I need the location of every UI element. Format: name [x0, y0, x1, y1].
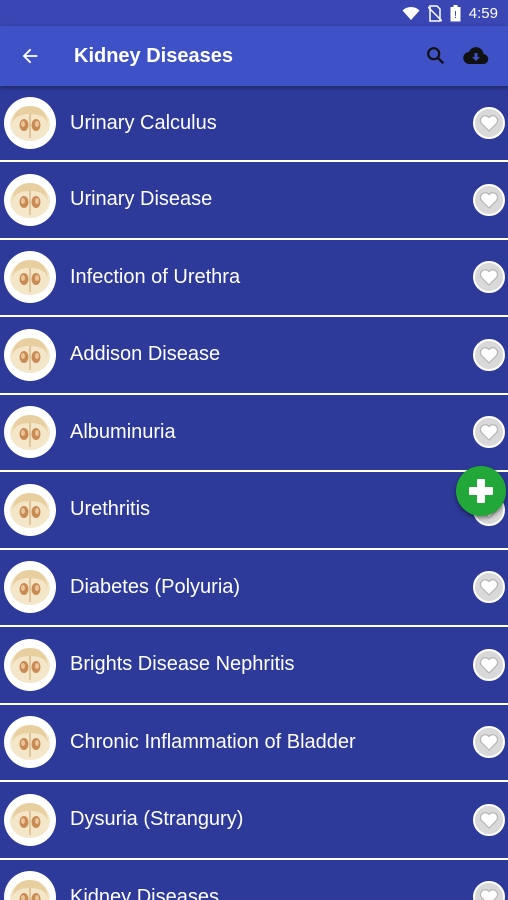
heart-outline-icon[interactable]: [472, 415, 506, 449]
heart-outline-icon[interactable]: [472, 260, 506, 294]
kidney-avatar: [4, 716, 56, 769]
kidney-avatar: [4, 561, 56, 614]
no-sim-icon: [427, 4, 442, 22]
list-item[interactable]: Brights Disease Nephritis: [0, 627, 508, 705]
list-item-label: Albuminuria: [70, 420, 176, 443]
list-item[interactable]: Addison Disease: [0, 317, 508, 395]
kidney-avatar: [4, 251, 56, 304]
back-button[interactable]: [14, 40, 46, 72]
svg-text:!: !: [453, 10, 457, 21]
heart-outline-icon[interactable]: [472, 725, 506, 759]
list-item[interactable]: Chronic Inflammation of Bladder: [0, 704, 508, 782]
heart-outline-icon[interactable]: [472, 338, 506, 372]
wifi-icon: [402, 6, 420, 21]
list-item-label: Addison Disease: [70, 343, 221, 366]
list-item-label: Infection of Urethra: [70, 265, 241, 288]
list-item-label: Urinary Disease: [70, 188, 213, 211]
list-item[interactable]: Albuminuria: [0, 394, 508, 472]
kidney-avatar: [4, 483, 56, 536]
list-item-label: Diabetes (Polyuria): [70, 575, 241, 598]
kidney-avatar: [4, 871, 56, 900]
add-button[interactable]: [456, 466, 506, 516]
kidney-avatar: [4, 173, 56, 226]
disease-list: Urinary Calculus Urinary Disease Infecti…: [0, 86, 508, 900]
list-item-label: Kidney Diseases: [70, 885, 219, 900]
kidney-illustration: [10, 182, 50, 218]
search-icon: [427, 47, 445, 65]
arrow-back-icon: [22, 48, 38, 64]
kidney-illustration: [10, 415, 50, 451]
kidney-avatar: [4, 638, 56, 691]
kidney-illustration: [10, 880, 50, 900]
heart-outline-icon[interactable]: [472, 880, 506, 900]
kidney-avatar: [4, 406, 56, 459]
list-item[interactable]: Dysuria (Strangury): [0, 782, 508, 860]
kidney-avatar: [4, 793, 56, 846]
kidney-avatar: [4, 97, 56, 149]
kidney-illustration: [10, 106, 50, 141]
list-item-label: Urinary Calculus: [70, 111, 217, 134]
download-button[interactable]: [456, 36, 496, 76]
list-item-label: Dysuria (Strangury): [70, 808, 244, 831]
list-item[interactable]: Kidney Diseases: [0, 859, 508, 900]
kidney-avatar: [4, 328, 56, 381]
heart-outline-icon[interactable]: [472, 183, 506, 217]
status-bar: ! 4:59: [0, 0, 508, 26]
list-item-label: Urethritis: [70, 498, 151, 521]
kidney-illustration: [10, 260, 50, 296]
kidney-illustration: [10, 337, 50, 373]
kidney-illustration: [10, 647, 50, 683]
list-item[interactable]: Diabetes (Polyuria): [0, 549, 508, 627]
search-button[interactable]: [416, 36, 456, 76]
list-item[interactable]: Urinary Disease: [0, 162, 508, 240]
list-item-label: Brights Disease Nephritis: [70, 653, 295, 676]
heart-outline-icon[interactable]: [472, 648, 506, 682]
list-item[interactable]: Urinary Calculus: [0, 86, 508, 162]
list-item[interactable]: Infection of Urethra: [0, 239, 508, 317]
status-time: 4:59: [468, 4, 498, 22]
cloud-download-icon: [463, 47, 489, 65]
heart-outline-icon[interactable]: [472, 106, 506, 140]
heart-outline-icon[interactable]: [472, 570, 506, 604]
kidney-illustration: [10, 492, 50, 528]
heart-outline-icon[interactable]: [472, 803, 506, 837]
page-title: Kidney Diseases: [74, 44, 233, 67]
kidney-illustration: [10, 802, 50, 838]
plus-icon: [469, 479, 493, 503]
app-bar: Kidney Diseases: [0, 26, 508, 86]
list-item-label: Chronic Inflammation of Bladder: [70, 730, 356, 753]
battery-icon: !: [450, 4, 461, 22]
kidney-illustration: [10, 570, 50, 606]
list-item[interactable]: Urethritis: [0, 472, 508, 550]
kidney-illustration: [10, 725, 50, 761]
